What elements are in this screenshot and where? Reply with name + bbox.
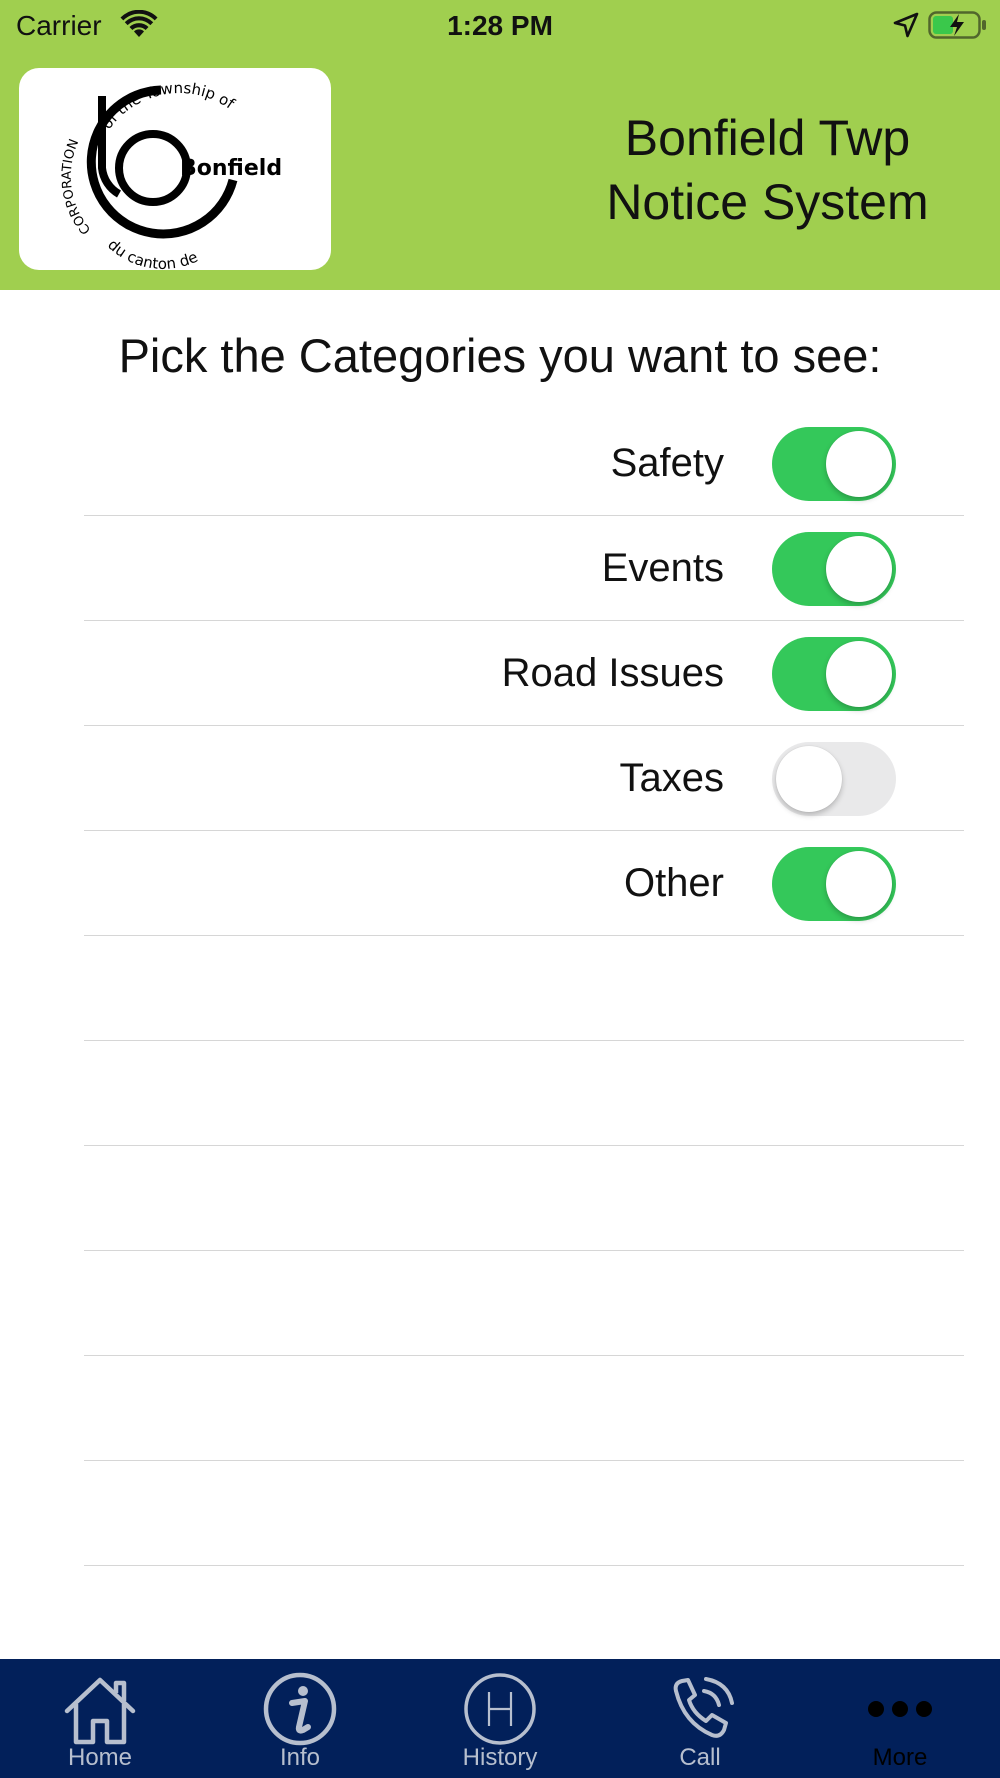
empty-row [84,1356,964,1461]
bonfield-logo-emblem: of the Township of CORPORATION du canton… [60,79,282,270]
toggle-knob [776,746,842,812]
township-logo: of the Township of CORPORATION du canton… [19,68,331,270]
history-h-icon [464,1673,536,1745]
status-bar: Carrier 1:28 PM [0,0,1000,52]
category-label: Road Issues [501,651,724,695]
category-label: Events [601,546,724,590]
svg-text:of the Township of: of the Township of [98,79,239,132]
tab-call[interactable]: Call [600,1659,800,1778]
category-row-other: Other [84,831,964,936]
events-toggle[interactable] [772,532,896,606]
road-issues-toggle[interactable] [772,637,896,711]
home-icon [64,1677,136,1745]
other-toggle[interactable] [772,847,896,921]
app-header: Carrier 1:28 PM of the Township of CORPO… [0,0,1000,290]
battery-charging-icon [928,11,986,39]
location-arrow-icon [893,12,919,38]
more-dots-icon [868,1701,932,1717]
tab-info[interactable]: Info [200,1659,400,1778]
category-row-road-issues: Road Issues [84,621,964,726]
safety-toggle[interactable] [772,427,896,501]
tab-more[interactable]: More [800,1659,1000,1778]
tab-label: History [462,1744,538,1771]
tab-label: More [872,1744,928,1771]
tab-label: Home [67,1744,133,1771]
clock-time: 1:28 PM [447,10,553,41]
empty-row [84,1041,964,1146]
toggle-knob [826,431,892,497]
tab-label: Call [679,1744,721,1771]
app-title-line2: Notice System [606,174,929,230]
empty-row [84,1146,964,1251]
svg-text:Bonfield: Bonfield [180,156,282,181]
info-icon [263,1672,337,1746]
category-row-events: Events [84,516,964,621]
taxes-toggle[interactable] [772,742,896,816]
empty-row [84,1251,964,1356]
svg-text:du canton de: du canton de [104,235,200,270]
app-title: Bonfield Twp Notice System [560,106,975,234]
toggle-knob [826,851,892,917]
phone-icon [673,1677,734,1738]
tab-history[interactable]: History [400,1659,600,1778]
category-row-safety: Safety [84,411,964,516]
app-title-line1: Bonfield Twp [624,110,911,166]
category-label: Safety [610,441,724,485]
empty-row [84,936,964,1041]
category-row-taxes: Taxes [84,726,964,831]
empty-row [84,1461,964,1566]
category-label: Other [623,861,724,905]
toggle-knob [826,536,892,602]
category-prompt: Pick the Categories you want to see: [118,329,882,382]
tab-label: Info [279,1744,321,1771]
tab-home[interactable]: Home [0,1659,200,1778]
category-list: Safety Events Road Issues Taxes Other [84,411,964,1566]
toggle-knob [826,641,892,707]
category-label: Taxes [619,756,725,800]
tab-bar: Home Info History Call More [0,1659,1000,1778]
